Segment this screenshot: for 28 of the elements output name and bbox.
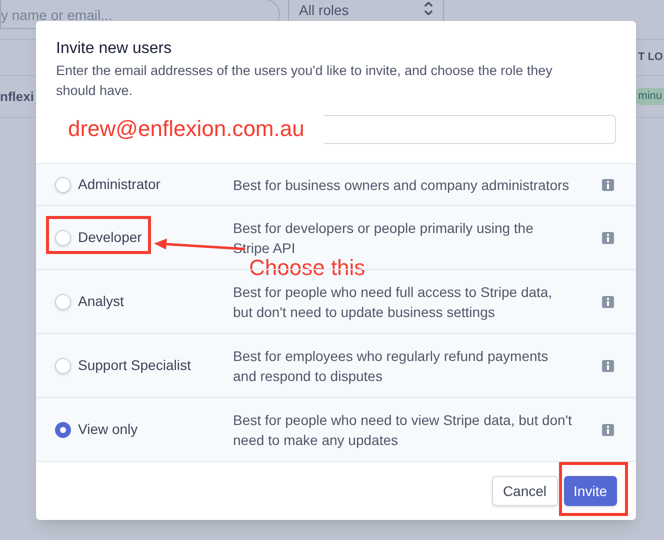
role-label[interactable]: View only (78, 419, 138, 440)
role-radio[interactable] (55, 422, 71, 438)
info-icon[interactable] (602, 232, 614, 244)
chevron-icon (424, 2, 433, 14)
role-radio[interactable] (55, 230, 71, 246)
info-icon[interactable] (602, 424, 614, 436)
dialog-description: Enter the email addresses of the users you'd like to invite, and choose the role they should have. (56, 62, 554, 100)
role-label[interactable]: Analyst (78, 291, 124, 312)
role-description: Best for people who need full access to Stripe data, but don't need to update business settings (233, 282, 554, 322)
role-radio[interactable] (55, 176, 71, 192)
column-header: T LO (638, 50, 663, 66)
info-icon[interactable] (602, 178, 614, 190)
role-description: Best for employees who regularly refund payments and respond to disputes (233, 346, 550, 386)
role-label[interactable]: Support Specialist (78, 355, 191, 376)
role-label[interactable]: Developer (78, 227, 142, 248)
role-radio[interactable] (55, 358, 71, 374)
role-description: Best for people who need to view Stripe data, but don't need to make any updates (233, 410, 572, 450)
invite-button[interactable]: Invite (564, 476, 617, 506)
user-name: nflexi (0, 88, 34, 106)
role-label[interactable]: Administrator (78, 174, 160, 195)
info-icon[interactable] (602, 360, 614, 372)
cancel-button[interactable]: Cancel (492, 476, 558, 506)
role-radio[interactable] (55, 294, 71, 310)
info-icon[interactable] (602, 296, 614, 308)
status-badge: minu (636, 88, 664, 105)
dialog-title: Invite new users (56, 39, 173, 59)
role-description: Best for business owners and company administrators (233, 176, 570, 194)
email-input-field[interactable] (324, 114, 616, 144)
